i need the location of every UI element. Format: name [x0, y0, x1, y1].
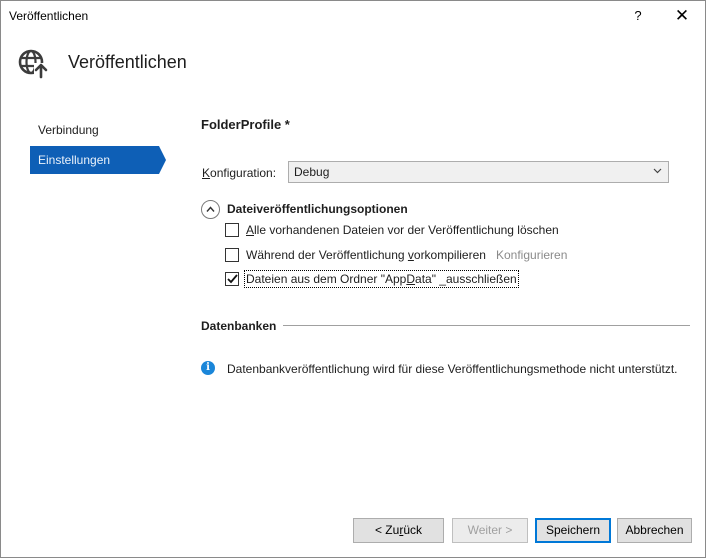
- checkmark-icon: [227, 274, 238, 284]
- collapse-section-button[interactable]: [201, 200, 220, 219]
- info-icon: i: [201, 361, 215, 375]
- next-button[interactable]: Weiter >: [452, 518, 528, 543]
- sidebar-item-einstellungen[interactable]: Einstellungen: [30, 146, 159, 174]
- delete-existing-checkbox[interactable]: [225, 223, 239, 237]
- sidebar-active-indicator: [159, 146, 166, 174]
- page-title: Veröffentlichen: [68, 52, 187, 72]
- close-button[interactable]: ✕: [665, 3, 699, 29]
- delete-existing-label: Alle vorhandenen Dateien vor der Veröffe…: [246, 223, 559, 237]
- section-divider: [283, 325, 690, 326]
- chevron-down-icon: [653, 162, 662, 182]
- window-title: Veröffentlichen: [9, 9, 89, 23]
- file-options-title: Dateiveröffentlichungsoptionen: [227, 202, 408, 216]
- configuration-select[interactable]: Debug: [288, 161, 669, 183]
- precompile-checkbox[interactable]: [225, 248, 239, 262]
- configuration-value: Debug: [294, 165, 330, 179]
- help-button[interactable]: ?: [623, 3, 653, 29]
- save-button[interactable]: Speichern: [535, 518, 611, 543]
- databases-title: Datenbanken: [201, 319, 277, 333]
- sidebar-item-verbindung[interactable]: Verbindung: [30, 116, 159, 144]
- globe-publish-icon: [18, 49, 48, 79]
- back-button[interactable]: < Zurück: [353, 518, 444, 543]
- profile-name: FolderProfile *: [201, 117, 290, 132]
- title-bar: Veröffentlichen ? ✕: [1, 1, 705, 31]
- publish-dialog: Veröffentlichen ? ✕ Veröffentlichen Verb…: [0, 0, 706, 558]
- exclude-appdata-checkbox[interactable]: [225, 272, 239, 286]
- databases-info-text: Datenbankveröffentlichung wird für diese…: [227, 362, 678, 376]
- configuration-label: Konfiguration:: [202, 166, 277, 180]
- cancel-button[interactable]: Abbrechen: [617, 518, 692, 543]
- chevron-up-icon: [206, 206, 215, 212]
- exclude-appdata-label: Dateien aus dem Ordner "AppData" _aussch…: [244, 270, 519, 288]
- configure-link[interactable]: Konfigurieren: [496, 248, 567, 262]
- precompile-label: Während der Veröffentlichung vorkompilie…: [246, 248, 486, 262]
